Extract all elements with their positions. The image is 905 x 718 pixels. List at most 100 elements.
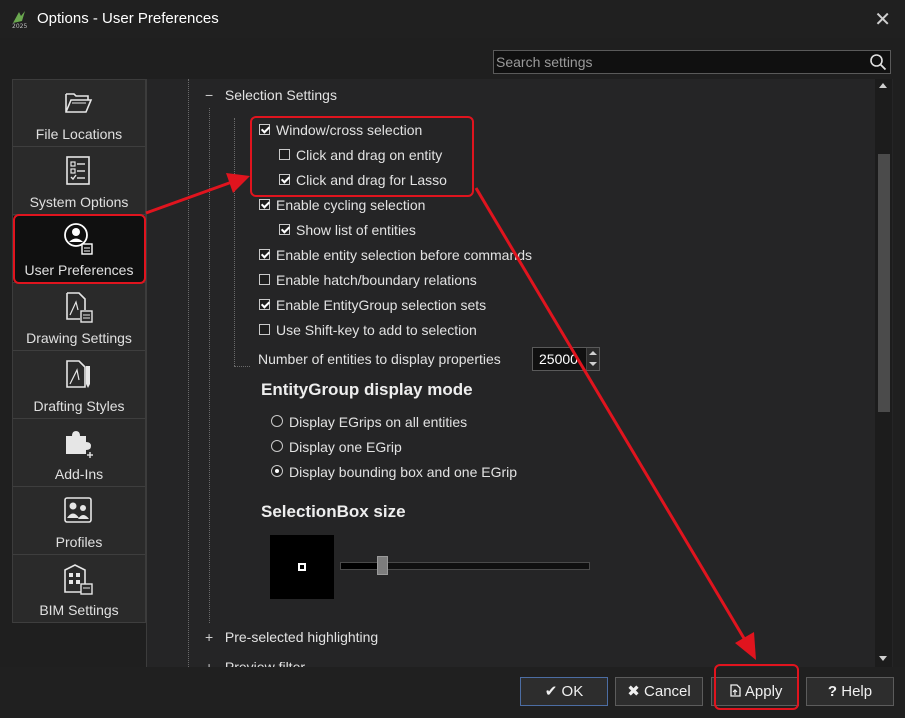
option-label: Enable EntityGroup selection sets bbox=[276, 297, 487, 313]
stepper-up-icon[interactable] bbox=[586, 348, 599, 359]
radio-button[interactable] bbox=[271, 440, 283, 453]
stepper-down-icon[interactable] bbox=[586, 359, 599, 370]
checkbox[interactable] bbox=[279, 223, 290, 235]
tree-guide bbox=[188, 79, 189, 667]
radio-bounding-box[interactable]: Display bounding box and one EGrip bbox=[271, 462, 517, 482]
nav-file-locations[interactable]: File Locations bbox=[13, 80, 145, 147]
option-label: Show list of entities bbox=[296, 222, 416, 238]
option-click-drag-lasso[interactable]: Click and drag for Lasso bbox=[279, 170, 447, 190]
nav-label: Add-Ins bbox=[54, 466, 104, 482]
apply-icon bbox=[729, 684, 741, 697]
option-label: Display EGrips on all entities bbox=[289, 414, 468, 430]
scroll-thumb[interactable] bbox=[878, 154, 890, 412]
puzzle-icon bbox=[66, 431, 93, 458]
search-input[interactable] bbox=[496, 53, 856, 71]
profiles-icon bbox=[64, 497, 92, 523]
close-icon[interactable]: ✕ bbox=[874, 7, 891, 32]
nav-system-options[interactable]: System Options bbox=[13, 148, 145, 215]
option-click-drag-entity[interactable]: Click and drag on entity bbox=[279, 145, 442, 165]
option-label: Enable hatch/boundary relations bbox=[276, 272, 477, 288]
collapse-toggle[interactable]: − bbox=[205, 85, 217, 105]
option-label: Click and drag on entity bbox=[296, 147, 443, 163]
option-entitygroup-sets[interactable]: Enable EntityGroup selection sets bbox=[259, 295, 486, 315]
search-icon[interactable] bbox=[869, 53, 887, 71]
checkbox[interactable] bbox=[259, 273, 270, 285]
option-label: Enable entity selection before commands bbox=[276, 247, 533, 263]
option-label: Click and drag for Lasso bbox=[296, 172, 447, 188]
help-icon: ? bbox=[827, 683, 838, 700]
radio-one-egrip[interactable]: Display one EGrip bbox=[271, 437, 402, 457]
slider-thumb[interactable] bbox=[376, 556, 388, 575]
ok-button[interactable]: ✔ OK bbox=[520, 677, 608, 706]
selectionbox-preview bbox=[270, 535, 334, 599]
vertical-scrollbar[interactable] bbox=[875, 79, 892, 667]
nav-label: Drawing Settings bbox=[26, 330, 132, 346]
nav-drafting-styles[interactable]: Drafting Styles bbox=[13, 352, 145, 419]
option-window-cross-selection[interactable]: Window/cross selection bbox=[259, 120, 422, 140]
cancel-button[interactable]: ✖ Cancel bbox=[615, 677, 703, 706]
button-label: Help bbox=[841, 683, 873, 700]
entities-display-label: Number of entities to display properties bbox=[258, 349, 501, 369]
nav-drawing-settings[interactable]: Drawing Settings bbox=[13, 284, 145, 351]
checkbox[interactable] bbox=[259, 248, 270, 260]
tree-guide bbox=[234, 366, 250, 367]
apply-button[interactable]: Apply bbox=[711, 677, 799, 706]
option-label: Window/cross selection bbox=[276, 122, 423, 138]
expand-toggle[interactable]: + bbox=[205, 627, 217, 647]
tree-guide bbox=[234, 118, 235, 366]
settings-panel bbox=[146, 79, 893, 667]
option-shift-key[interactable]: Use Shift-key to add to selection bbox=[259, 320, 477, 340]
app-logo-icon: 2025 bbox=[12, 11, 27, 29]
scroll-down-icon[interactable] bbox=[879, 656, 887, 661]
checkbox[interactable] bbox=[259, 123, 270, 135]
section-title: Pre-selected highlighting bbox=[224, 629, 379, 645]
checkbox[interactable] bbox=[279, 148, 290, 160]
options-nav: File Locations System Options User Prefe… bbox=[12, 79, 146, 623]
option-label: Enable cycling selection bbox=[276, 197, 426, 213]
clip-region: + Preview filter bbox=[146, 655, 875, 667]
search-box[interactable] bbox=[493, 50, 891, 74]
option-label: Use Shift-key to add to selection bbox=[276, 322, 477, 338]
button-label: OK bbox=[561, 683, 584, 700]
expand-toggle[interactable]: + bbox=[205, 657, 217, 667]
checkbox[interactable] bbox=[259, 198, 270, 210]
drafting-styles-icon bbox=[66, 360, 90, 388]
option-label: Display one EGrip bbox=[289, 439, 402, 455]
option-selection-before-commands[interactable]: Enable entity selection before commands bbox=[259, 245, 532, 265]
entities-display-stepper[interactable]: 25000 bbox=[532, 347, 600, 371]
stepper-value[interactable]: 25000 bbox=[539, 351, 583, 367]
option-show-list[interactable]: Show list of entities bbox=[279, 220, 416, 240]
nav-add-ins[interactable]: Add-Ins bbox=[13, 420, 145, 487]
checklist-icon bbox=[66, 156, 90, 185]
nav-label: BIM Settings bbox=[39, 602, 119, 618]
drawing-settings-icon bbox=[66, 292, 93, 323]
selection-settings-header[interactable]: − Selection Settings bbox=[205, 85, 337, 105]
section-preview-filter[interactable]: + Preview filter bbox=[205, 657, 305, 667]
scroll-up-icon[interactable] bbox=[879, 83, 887, 88]
x-icon: ✖ bbox=[627, 683, 640, 700]
option-enable-cycling[interactable]: Enable cycling selection bbox=[259, 195, 425, 215]
nav-profiles[interactable]: Profiles bbox=[13, 488, 145, 555]
checkbox[interactable] bbox=[259, 298, 270, 310]
option-hatch-boundary[interactable]: Enable hatch/boundary relations bbox=[259, 270, 477, 290]
selectionbox-sample bbox=[298, 563, 306, 571]
nav-label: Profiles bbox=[55, 534, 103, 550]
section-title: Selection Settings bbox=[224, 87, 337, 103]
nav-label: Drafting Styles bbox=[33, 398, 125, 414]
window-title: Options - User Preferences bbox=[37, 10, 219, 27]
building-icon bbox=[64, 564, 93, 595]
app-badge: 2025 bbox=[12, 23, 27, 29]
nav-user-preferences[interactable]: User Preferences bbox=[13, 216, 145, 283]
help-button[interactable]: ? Help bbox=[806, 677, 894, 706]
checkbox[interactable] bbox=[279, 173, 290, 185]
section-preselected-highlighting[interactable]: + Pre-selected highlighting bbox=[205, 627, 378, 647]
radio-button[interactable] bbox=[271, 465, 283, 478]
nav-bim-settings[interactable]: BIM Settings bbox=[13, 556, 145, 623]
checkbox[interactable] bbox=[259, 323, 270, 335]
button-label: Cancel bbox=[644, 683, 691, 700]
check-icon: ✔ bbox=[544, 683, 558, 700]
title-bar: 2025 Options - User Preferences ✕ bbox=[0, 0, 905, 38]
selectionbox-heading: SelectionBox size bbox=[261, 502, 406, 521]
radio-button[interactable] bbox=[271, 415, 283, 428]
radio-egrips-all[interactable]: Display EGrips on all entities bbox=[271, 412, 467, 432]
